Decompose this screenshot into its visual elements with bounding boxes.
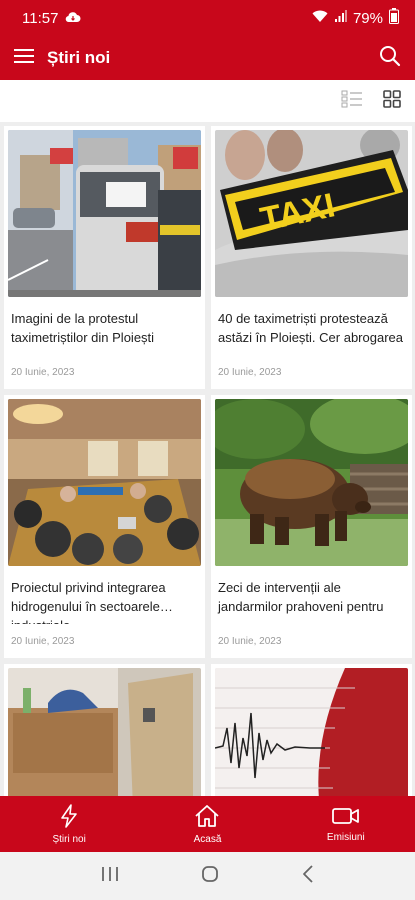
article-date: 20 Iunie, 2023 xyxy=(218,367,282,378)
nav-home[interactable]: Acasă xyxy=(138,796,276,852)
status-bar: 11:57 79% xyxy=(0,0,415,36)
article-card[interactable] xyxy=(211,664,412,796)
article-headline: 40 de taximetriști protestează astăzi în… xyxy=(218,311,403,345)
article-date: 20 Iunie, 2023 xyxy=(218,636,282,647)
video-camera-icon xyxy=(331,806,360,829)
article-card[interactable]: Imagini de la protestul taximetriștilor … xyxy=(4,126,205,389)
home-icon xyxy=(194,804,220,831)
nav-home-label: Acasă xyxy=(193,833,222,845)
article-headline: Proiectul privind integrarea hidrogenulu… xyxy=(11,580,166,624)
article-image xyxy=(215,399,408,566)
recent-apps-icon[interactable] xyxy=(101,866,119,887)
article-card[interactable]: Proiectul privind integrarea hidrogenulu… xyxy=(4,395,205,658)
search-icon[interactable] xyxy=(379,45,401,72)
home-button-icon[interactable] xyxy=(201,865,219,888)
status-time: 11:57 xyxy=(22,9,59,27)
battery-percent: 79% xyxy=(352,9,383,27)
lightning-icon xyxy=(60,803,78,831)
battery-icon xyxy=(389,8,399,28)
view-toggle-bar xyxy=(0,80,415,122)
article-grid: Imagini de la protestul taximetriștilor … xyxy=(0,122,415,796)
article-image xyxy=(8,668,201,796)
list-view-icon[interactable] xyxy=(341,90,363,113)
grid-view-icon[interactable] xyxy=(383,89,401,113)
nav-news-label: Știri noi xyxy=(52,833,86,845)
system-nav-bar xyxy=(0,852,415,900)
article-image xyxy=(215,668,408,796)
article-headline: Zeci de intervenții ale jandarmilor prah… xyxy=(218,580,384,614)
back-icon[interactable] xyxy=(302,864,314,888)
nav-shows-label: Emisiuni xyxy=(326,831,365,843)
article-date: 20 Iunie, 2023 xyxy=(11,636,75,647)
article-image xyxy=(8,399,201,566)
article-headline: Imagini de la protestul taximetriștilor … xyxy=(11,311,155,345)
article-image xyxy=(8,130,201,297)
signal-icon xyxy=(334,9,347,27)
menu-icon[interactable] xyxy=(14,48,34,69)
article-card[interactable]: TAXI 40 de taximetriști protestează astă… xyxy=(211,126,412,389)
page-title: Știri noi xyxy=(47,48,111,67)
article-image: TAXI xyxy=(215,130,408,297)
bottom-nav: Știri noi Acasă Emisiuni xyxy=(0,796,415,852)
nav-shows[interactable]: Emisiuni xyxy=(277,796,415,852)
nav-news[interactable]: Știri noi xyxy=(0,796,138,852)
wifi-icon xyxy=(312,10,328,27)
app-bar: Știri noi xyxy=(0,36,415,80)
article-card[interactable] xyxy=(4,664,205,796)
article-card[interactable]: Zeci de intervenții ale jandarmilor prah… xyxy=(211,395,412,658)
cloud-icon xyxy=(65,10,81,27)
article-date: 20 Iunie, 2023 xyxy=(11,367,75,378)
